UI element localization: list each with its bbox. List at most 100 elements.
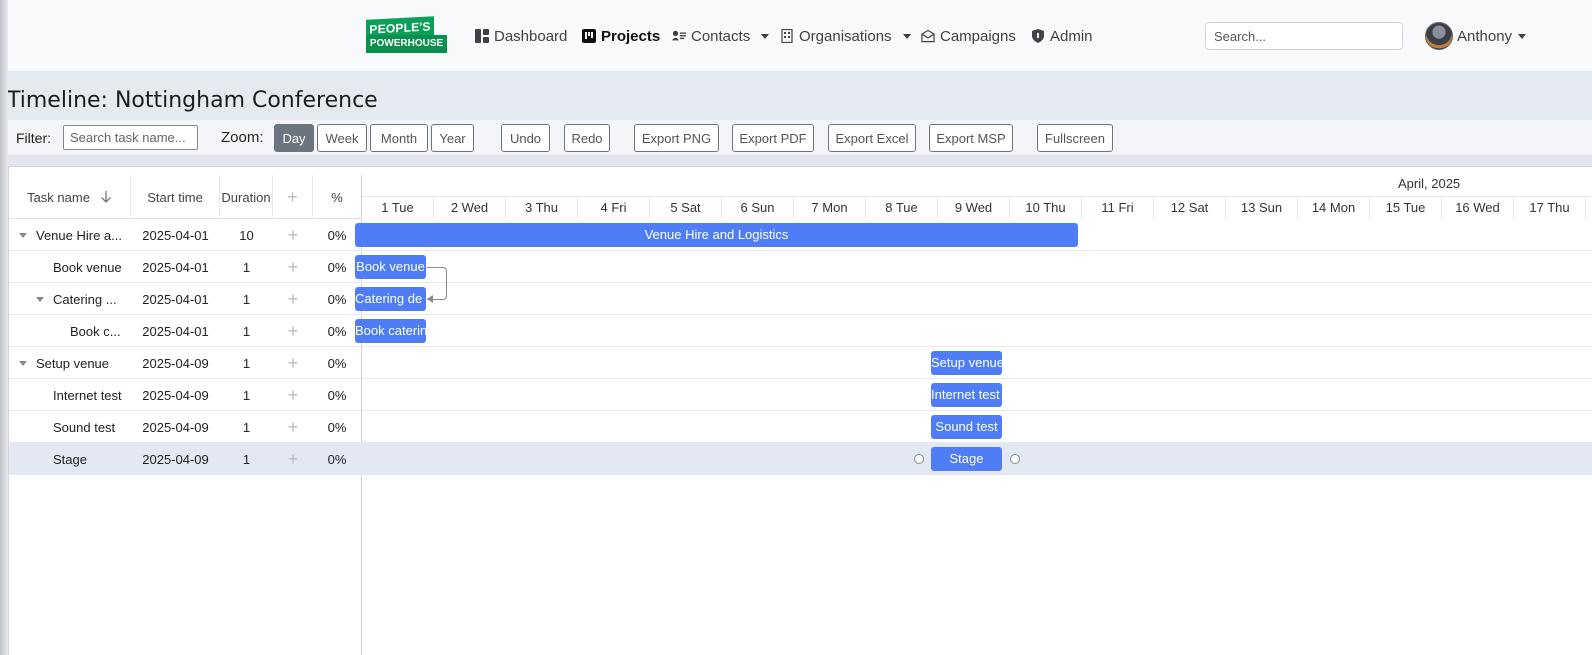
nav-admin[interactable]: Admin <box>1031 24 1093 48</box>
task-progress-cell: 0% <box>327 419 347 435</box>
task-bar[interactable]: Stage <box>931 447 1002 471</box>
add-subtask-button[interactable]: + <box>273 379 313 411</box>
avatar <box>1425 22 1453 50</box>
link-handle-start[interactable] <box>914 454 924 464</box>
month-label: April, 2025 <box>1398 176 1461 191</box>
day-scale-cell: 9 Wed <box>938 197 1010 219</box>
page-title: Timeline: Nottingham Conference <box>7 88 378 113</box>
task-row[interactable]: Stage 2025-04-09 1 +0% Stage <box>9 443 1592 475</box>
task-progress-cell: 0% <box>327 291 347 307</box>
peoples-powerhouse-logo[interactable]: PEOPLE'S POWERHOUSE <box>366 16 448 54</box>
task-bar[interactable]: Venue Hire and Logistics <box>355 223 1078 247</box>
add-task-header-button[interactable]: + <box>273 175 313 219</box>
nav-campaigns-label: Campaigns <box>940 27 1016 45</box>
task-duration-cell: 1 <box>242 419 251 435</box>
link-handle-end[interactable] <box>1010 454 1020 464</box>
day-scale-cell: 8 Tue <box>866 197 938 219</box>
task-start-cell: 2025-04-01 <box>142 323 209 339</box>
zoom-year-button[interactable]: Year <box>431 124 474 152</box>
task-name-cell: Stage <box>53 451 87 467</box>
task-row[interactable]: Internet test 2025-04-09 1 +0% Internet test <box>9 379 1592 411</box>
col-header-task-name[interactable]: Task name <box>9 175 131 219</box>
building-icon <box>781 29 793 43</box>
task-start-cell: 2025-04-01 <box>142 291 209 307</box>
add-subtask-button[interactable]: + <box>273 347 313 379</box>
top-navbar: PEOPLE'S POWERHOUSE Dashboard Projects C… <box>0 0 1592 72</box>
expand-toggle-icon[interactable] <box>36 297 44 302</box>
task-row[interactable]: Book c... 2025-04-01 1 +0% Book caterin <box>9 315 1592 347</box>
nav-projects[interactable]: Projects <box>582 24 660 48</box>
undo-button[interactable]: Undo <box>501 124 550 152</box>
search-input[interactable] <box>1205 22 1403 50</box>
day-scale-cell: 13 Sun <box>1226 197 1298 219</box>
task-duration-cell: 1 <box>242 451 251 467</box>
projects-icon <box>582 29 596 43</box>
export-msp-button[interactable]: Export MSP <box>929 124 1013 152</box>
window-edge-shadow <box>0 0 8 655</box>
filter-label: Filter: <box>16 130 51 146</box>
user-menu[interactable]: Anthony <box>1425 21 1527 51</box>
zoom-week-button[interactable]: Week <box>317 124 367 152</box>
task-row[interactable]: Setup venue 2025-04-09 1 +0% Setup venue <box>9 347 1592 379</box>
task-bar[interactable]: Internet test <box>931 383 1002 407</box>
logo-line2: POWERHOUSE <box>366 35 447 53</box>
day-scale-cell: 16 Wed <box>1442 197 1514 219</box>
col-header-duration[interactable]: Duration <box>220 175 273 219</box>
link-arrow-icon <box>427 295 433 303</box>
task-bar[interactable]: Catering de <box>355 287 426 311</box>
day-scale-cell: 10 Thu <box>1010 197 1082 219</box>
task-row[interactable]: Venue Hire a... 2025-04-01 10 +0% Venue Hire… <box>9 219 1592 251</box>
task-row[interactable]: Catering ... 2025-04-01 1 +0% Catering de <box>9 283 1592 315</box>
redo-button[interactable]: Redo <box>564 124 610 152</box>
dashboard-icon <box>475 29 489 43</box>
task-progress-cell: 0% <box>327 259 347 275</box>
add-subtask-button[interactable]: + <box>273 283 313 315</box>
zoom-label: Zoom: <box>221 129 264 146</box>
add-subtask-button[interactable]: + <box>273 315 313 347</box>
gantt-chart: Task name Start time Duration + % 1 Tue 2… <box>8 166 1592 655</box>
task-duration-cell: 1 <box>242 323 251 339</box>
task-progress-cell: 0% <box>327 227 347 243</box>
export-pdf-button[interactable]: Export PDF <box>732 124 814 152</box>
day-scale-cell: 2 Wed <box>434 197 506 219</box>
zoom-month-button[interactable]: Month <box>370 124 428 152</box>
nav-contacts[interactable]: Contacts <box>672 24 770 48</box>
task-bar[interactable]: Book caterin <box>355 319 426 343</box>
task-start-cell: 2025-04-09 <box>142 451 209 467</box>
nav-admin-label: Admin <box>1050 27 1093 45</box>
shield-icon <box>1032 29 1044 43</box>
task-progress-cell: 0% <box>327 387 347 403</box>
task-row[interactable]: Sound test 2025-04-09 1 +0% Sound test <box>9 411 1592 443</box>
task-start-cell: 2025-04-01 <box>142 227 209 243</box>
export-png-button[interactable]: Export PNG <box>634 124 719 152</box>
add-subtask-button[interactable]: + <box>273 219 313 251</box>
task-progress-cell: 0% <box>327 355 347 371</box>
expand-toggle-icon[interactable] <box>19 361 27 366</box>
task-bar[interactable]: Setup venue <box>931 351 1002 375</box>
task-bar[interactable]: Sound test <box>931 415 1002 439</box>
task-name-cell: Setup venue <box>36 355 110 371</box>
expand-toggle-icon[interactable] <box>19 233 27 238</box>
task-name-cell: Internet test <box>53 387 122 403</box>
zoom-day-button[interactable]: Day <box>274 124 314 152</box>
nav-dashboard[interactable]: Dashboard <box>475 24 567 48</box>
nav-campaigns[interactable]: Campaigns <box>921 24 1016 48</box>
day-scale-cell: 6 Sun <box>722 197 794 219</box>
grid-header: Task name Start time Duration + % <box>9 175 361 219</box>
col-header-start-time[interactable]: Start time <box>131 175 220 219</box>
add-subtask-button[interactable]: + <box>273 443 313 475</box>
filter-task-input[interactable] <box>63 125 198 150</box>
add-subtask-button[interactable]: + <box>273 411 313 443</box>
nav-organisations[interactable]: Organisations <box>780 24 911 48</box>
campaigns-icon <box>921 29 935 43</box>
fullscreen-button[interactable]: Fullscreen <box>1037 124 1113 152</box>
export-excel-button[interactable]: Export Excel <box>828 124 916 152</box>
task-progress-cell: 0% <box>327 451 347 467</box>
nav-dashboard-label: Dashboard <box>494 27 568 45</box>
task-bar[interactable]: Book venue <box>355 255 426 279</box>
add-subtask-button[interactable]: + <box>273 251 313 283</box>
task-row[interactable]: Book venue 2025-04-01 1 +0% Book venue <box>9 251 1592 283</box>
day-scale-cell: 17 Thu <box>1514 197 1586 219</box>
day-scale-cell: 3 Thu <box>506 197 578 219</box>
col-header-progress[interactable]: % <box>313 175 361 219</box>
